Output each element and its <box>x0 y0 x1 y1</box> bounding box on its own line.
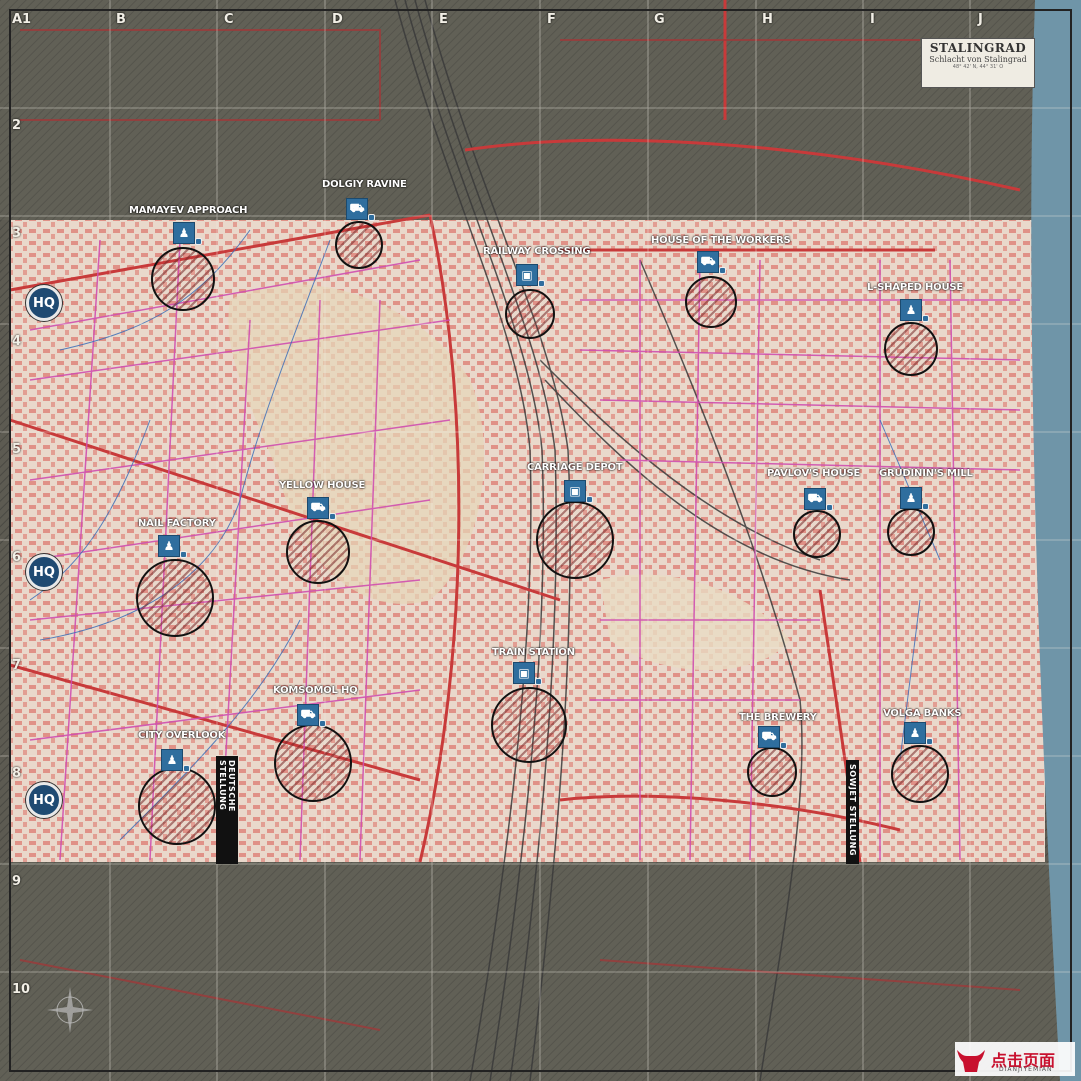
truck-icon: ⛟ <box>758 726 780 748</box>
compass-rose-icon <box>47 987 93 1033</box>
lock-icon <box>922 315 929 322</box>
capture-zone <box>138 767 216 845</box>
truck-icon: ⛟ <box>804 488 826 510</box>
objective-label: RAILWAY CROSSING <box>483 246 591 257</box>
capture-zone <box>151 247 215 311</box>
grid-row-9: 9 <box>12 874 22 889</box>
objective-label: CITY OVERLOOK <box>138 730 226 741</box>
capture-zone <box>891 745 949 803</box>
grid-row-8: 8 <box>12 766 22 781</box>
objective-label: VOLGA BANKS <box>883 708 962 719</box>
soldier-icon: ♟ <box>900 487 922 509</box>
bull-logo-icon <box>957 1050 985 1072</box>
objective-label: KOMSOMOL HQ <box>273 685 358 696</box>
soldier-icon: ♟ <box>158 535 180 557</box>
objective-label: L-SHAPED HOUSE <box>867 282 963 293</box>
objective-label: HOUSE OF THE WORKERS <box>651 235 791 246</box>
objective-label: NAIL FACTORY <box>138 518 216 529</box>
capture-zone <box>884 322 938 376</box>
grid-col-f: F <box>547 12 556 27</box>
lock-icon <box>538 280 545 287</box>
capture-zone <box>685 276 737 328</box>
lock-icon <box>535 678 542 685</box>
train-icon: ▣ <box>513 662 535 684</box>
grid-col-d: D <box>332 12 343 27</box>
truck-icon: ⛟ <box>297 704 319 726</box>
grid-row-3: 3 <box>12 226 22 241</box>
grid-col-i: I <box>870 12 875 27</box>
hq-label: HQ <box>33 564 55 580</box>
objective-label: MAMAYEV APPROACH <box>129 205 248 216</box>
grid-row-2: 2 <box>12 118 22 133</box>
objective-label: DOLGIY RAVINE <box>322 179 407 190</box>
soldier-icon: ♟ <box>904 722 926 744</box>
capture-zone <box>274 724 352 802</box>
capture-zone <box>286 520 350 584</box>
grid-row-6: 6 <box>12 550 22 565</box>
capture-zone <box>793 510 841 558</box>
hq-marker[interactable]: HQ <box>26 554 62 590</box>
lock-icon <box>926 738 933 745</box>
train-icon: ▣ <box>516 264 538 286</box>
grid-col-c: C <box>224 12 234 27</box>
capture-zone <box>136 559 214 637</box>
watermark-subtext: DIANJIYEMIAN <box>999 1066 1053 1073</box>
lock-icon <box>826 504 833 511</box>
grid-col-g: G <box>654 12 665 27</box>
grid-row-7: 7 <box>12 658 22 673</box>
capture-zone <box>505 289 555 339</box>
objective-label: CARRIAGE DEPOT <box>527 462 623 473</box>
capture-zone <box>536 501 614 579</box>
train-icon: ▣ <box>564 480 586 502</box>
map-canvas[interactable]: A1 B C D E F G H I J 2 3 4 5 6 7 8 9 10 … <box>0 0 1081 1081</box>
grid-col-h: H <box>762 12 773 27</box>
capture-zone <box>491 687 567 763</box>
hq-marker[interactable]: HQ <box>26 285 62 321</box>
capture-zone <box>335 221 383 269</box>
objective-label: YELLOW HOUSE <box>279 480 366 491</box>
grid-col-e: E <box>439 12 448 27</box>
capture-zone <box>887 508 935 556</box>
hq-label: HQ <box>33 792 55 808</box>
objective-label: TRAIN STATION <box>492 647 575 658</box>
grid-col-b: B <box>116 12 126 27</box>
truck-icon: ⛟ <box>346 198 368 220</box>
map-subtitle: Schlacht von Stalingrad <box>929 55 1027 64</box>
lock-icon <box>195 238 202 245</box>
lock-icon <box>180 551 187 558</box>
site-watermark: 点击页面 DIANJIYEMIAN <box>955 1042 1075 1076</box>
truck-icon: ⛟ <box>697 251 719 273</box>
grid-row-10: 10 <box>12 982 31 997</box>
soldier-icon: ♟ <box>900 299 922 321</box>
grid-col-a1: A1 <box>12 12 32 27</box>
grid-row-5: 5 <box>12 442 22 457</box>
lock-icon <box>780 742 787 749</box>
lock-icon <box>719 267 726 274</box>
objective-label: PAVLOV'S HOUSE <box>767 468 861 479</box>
soviet-line-label: SOWJET STELLUNG <box>846 760 859 864</box>
objective-label: GRUDININ'S MILL <box>879 468 973 479</box>
lock-icon <box>319 720 326 727</box>
lock-icon <box>922 503 929 510</box>
hq-marker[interactable]: HQ <box>26 782 62 818</box>
map-coords: 48° 42' N, 44° 31' O <box>952 64 1004 70</box>
lock-icon <box>329 513 336 520</box>
soldier-icon: ♟ <box>173 222 195 244</box>
lock-icon <box>183 765 190 772</box>
truck-icon: ⛟ <box>307 497 329 519</box>
capture-zone <box>747 747 797 797</box>
german-line-label: DEUTSCHE STELLUNG <box>216 756 238 864</box>
map-title-card: STALINGRAD Schlacht von Stalingrad 48° 4… <box>921 38 1035 88</box>
grid-row-4: 4 <box>12 334 22 349</box>
map-title: STALINGRAD <box>929 41 1027 55</box>
lock-icon <box>586 496 593 503</box>
objective-label: THE BREWERY <box>739 712 817 723</box>
grid-col-j: J <box>978 12 983 27</box>
lock-icon <box>368 214 375 221</box>
hq-label: HQ <box>33 295 55 311</box>
soldier-icon: ♟ <box>161 749 183 771</box>
